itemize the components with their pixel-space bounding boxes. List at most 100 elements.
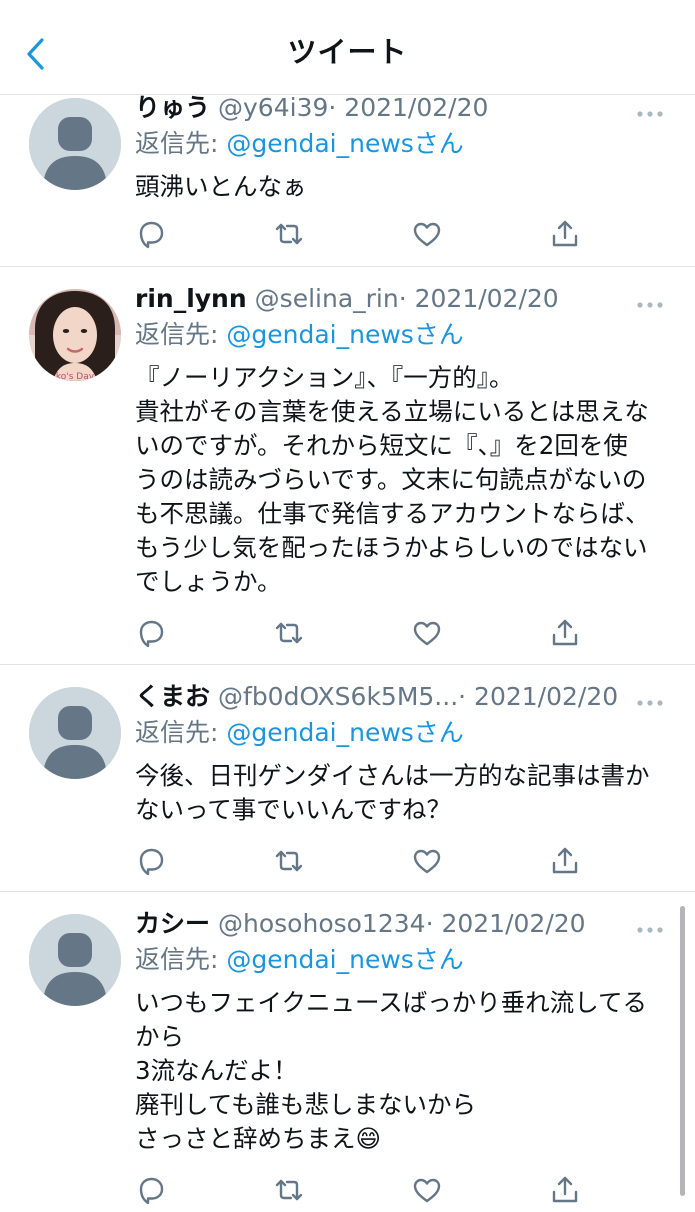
like-button[interactable] — [411, 1174, 445, 1208]
share-button[interactable] — [549, 218, 583, 252]
tweet-text-line: 今後、日刊ゲンダイさんは一方的な記事は書か — [135, 761, 650, 790]
avatar[interactable] — [29, 914, 121, 1006]
tweet-text-line: 『ノーリアクション』、『一方的』。 — [135, 363, 514, 392]
reply-button[interactable] — [135, 218, 169, 252]
more-options-button[interactable] — [637, 295, 663, 308]
top-bar: ツイート — [0, 0, 695, 95]
scrollbar[interactable] — [680, 906, 685, 1196]
share-button[interactable] — [549, 845, 583, 879]
tweet-actions — [135, 617, 585, 651]
share-icon — [552, 619, 578, 646]
tweet-header: りゅう @y64i39· 2021/02/20 — [135, 90, 665, 126]
tweet-text-line: 廃刊しても誰も悲しまないから — [135, 1090, 477, 1119]
reply-context: 返信先: @gendai_newsさん — [135, 317, 665, 353]
user-handle[interactable]: @hosohoso1234 — [218, 909, 426, 938]
more-options-button[interactable] — [637, 920, 663, 933]
tweet[interactable]: ko's Day rin_lynn @selina_rin· 2021/02/20… — [0, 267, 695, 665]
reply-to-link[interactable]: @gendai_newsさん — [226, 718, 463, 747]
heart-icon — [413, 849, 441, 874]
tweet-text-line: ないって事でいいんですね？ — [135, 795, 452, 824]
default-avatar-icon — [29, 914, 121, 1006]
user-handle[interactable]: @fb0dOXS6k5M5... — [218, 682, 458, 711]
display-name[interactable]: カシー — [135, 909, 210, 938]
more-horizontal-icon — [637, 302, 663, 308]
reply-to-link[interactable]: @gendai_newsさん — [226, 945, 463, 974]
like-button[interactable] — [411, 218, 445, 252]
heart-icon — [413, 621, 441, 646]
reply-prefix: 返信先: — [135, 945, 227, 974]
tweet-text-line: でしょうか。 — [135, 567, 282, 596]
more-horizontal-icon — [637, 111, 663, 117]
tweet-actions — [135, 845, 585, 879]
page-title: ツイート — [287, 35, 408, 69]
reply-icon — [139, 221, 164, 249]
avatar[interactable] — [29, 687, 121, 779]
tweet-text: いつもフェイクニュースばっかり垂れ流してる から 3流なんだよ！ 廃刊しても誰も… — [135, 986, 665, 1156]
reply-button[interactable] — [135, 1174, 169, 1208]
reply-context: 返信先: @gendai_newsさん — [135, 715, 665, 751]
tweet-actions — [135, 218, 585, 252]
display-name[interactable]: rin_lynn — [135, 284, 247, 313]
retweet-icon — [275, 1179, 303, 1201]
tweet-text: 『ノーリアクション』、『一方的』。 貴社がその言葉を使える立場にいるとは思えな … — [135, 361, 665, 599]
tweet-text-line: うのは読みづらいです。文末に句読点がないの — [135, 465, 647, 494]
display-name[interactable]: りゅう — [135, 93, 210, 122]
avatar[interactable] — [29, 98, 121, 190]
like-button[interactable] — [411, 845, 445, 879]
tweet-text-line: も不思議。仕事で発信するアカウントならば、 — [135, 499, 650, 528]
share-icon — [552, 847, 578, 874]
reply-prefix: 返信先: — [135, 718, 227, 747]
heart-icon — [413, 1178, 441, 1203]
tweet-date: · 2021/02/20 — [425, 909, 586, 938]
tweet-header: くまお @fb0dOXS6k5M5...· 2021/02/20 — [135, 679, 665, 715]
avatar[interactable]: ko's Day — [29, 289, 121, 381]
reply-to-link[interactable]: @gendai_newsさん — [226, 129, 463, 158]
retweet-icon — [275, 622, 303, 644]
tweet-text-line: いつもフェイクニュースばっかり垂れ流してる — [135, 988, 648, 1017]
tweet-date: · 2021/02/20 — [398, 284, 559, 313]
heart-icon — [413, 222, 441, 247]
tweet[interactable]: カシー @hosohoso1234· 2021/02/20 返信先: @genda… — [0, 892, 695, 1212]
tweet-header: rin_lynn @selina_rin· 2021/02/20 — [135, 281, 665, 317]
user-handle[interactable]: @y64i39 — [218, 93, 328, 122]
retweet-icon — [275, 850, 303, 872]
tweet-header: カシー @hosohoso1234· 2021/02/20 — [135, 906, 665, 942]
reply-icon — [139, 848, 164, 876]
retweet-button[interactable] — [273, 218, 307, 252]
display-name[interactable]: くまお — [135, 682, 210, 711]
reply-icon — [139, 1177, 164, 1205]
reply-context: 返信先: @gendai_newsさん — [135, 126, 665, 162]
share-icon — [552, 1176, 578, 1203]
avatar-badge-text: ko's Day — [56, 372, 95, 381]
reply-to-link[interactable]: @gendai_newsさん — [226, 320, 463, 349]
tweet[interactable]: りゅう @y64i39· 2021/02/20 返信先: @gendai_news… — [0, 90, 695, 267]
tweet-text-line: から — [135, 1022, 184, 1051]
more-horizontal-icon — [637, 700, 663, 706]
tweet-actions — [135, 1174, 585, 1208]
user-handle[interactable]: @selina_rin — [255, 284, 399, 313]
share-button[interactable] — [549, 1174, 583, 1208]
reply-button[interactable] — [135, 617, 169, 651]
profile-photo: ko's Day — [29, 289, 121, 381]
more-options-button[interactable] — [637, 104, 663, 117]
reply-context: 返信先: @gendai_newsさん — [135, 942, 665, 978]
retweet-button[interactable] — [273, 845, 307, 879]
tweet-text-line: 貴社がその言葉を使える立場にいるとは思えな — [135, 397, 649, 426]
retweet-button[interactable] — [273, 1174, 307, 1208]
reply-button[interactable] — [135, 845, 169, 879]
tweet-text-line: さっさと辞めちまえ😄 — [135, 1124, 382, 1153]
retweet-icon — [275, 223, 303, 245]
default-avatar-icon — [29, 98, 121, 190]
more-options-button[interactable] — [637, 693, 663, 706]
tweet-text: 頭沸いとんなぁ — [135, 170, 665, 204]
tweet-text-line: 頭沸いとんなぁ — [135, 172, 307, 201]
reply-icon — [139, 620, 164, 648]
tweet-text-line: もう少し気を配ったほうかよらしいのではない — [135, 533, 648, 562]
tweet[interactable]: くまお @fb0dOXS6k5M5...· 2021/02/20 返信先: @ge… — [0, 665, 695, 892]
share-button[interactable] — [549, 617, 583, 651]
tweet-text-line: いのですが。それから短文に『、』を2回を使 — [135, 431, 628, 460]
like-button[interactable] — [411, 617, 445, 651]
retweet-button[interactable] — [273, 617, 307, 651]
reply-prefix: 返信先: — [135, 129, 227, 158]
default-avatar-icon — [29, 687, 121, 779]
